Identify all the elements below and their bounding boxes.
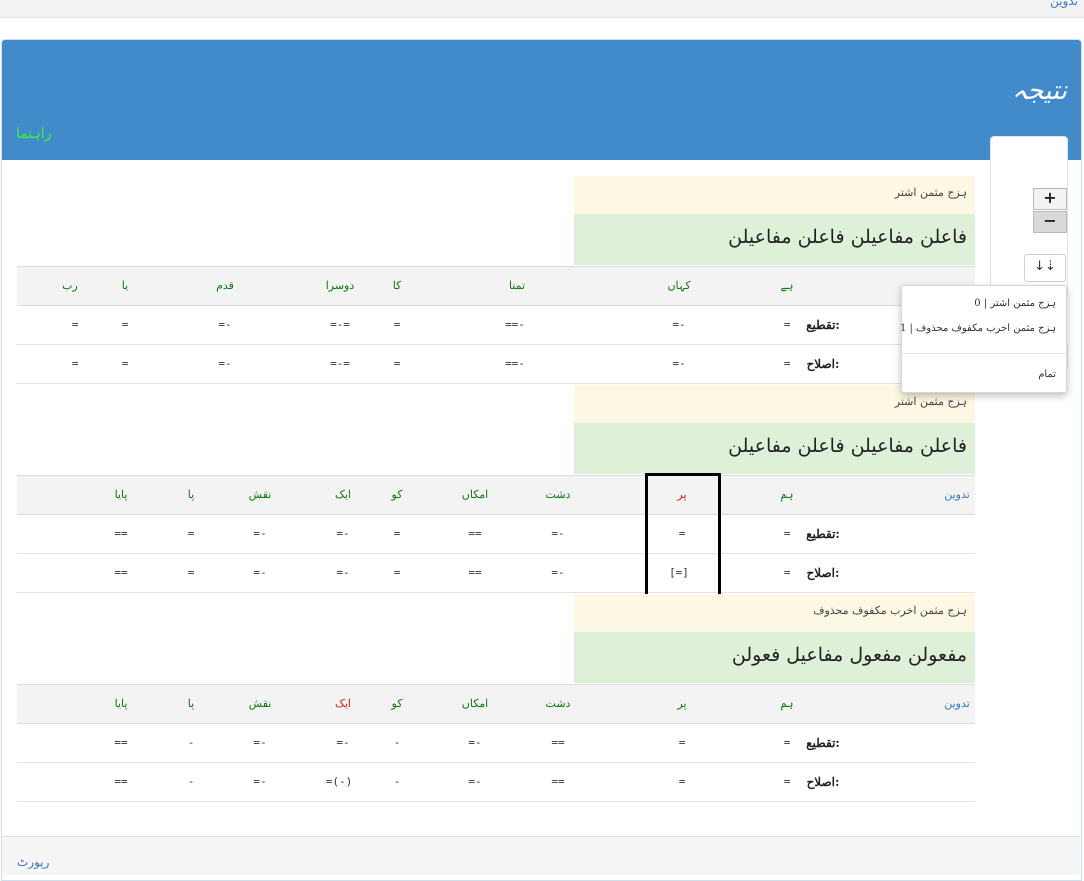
top-bar: تدوین <box>0 0 1084 18</box>
islah-row-1: = = =- =-= = ==- =- = اصلاح: <box>17 345 975 384</box>
word[interactable]: دشت <box>546 476 571 514</box>
guide-link[interactable]: راہنما <box>16 126 51 142</box>
word[interactable]: قدم <box>216 267 234 305</box>
islah-label: اصلاح: <box>806 775 840 789</box>
word[interactable]: ایک <box>335 476 351 514</box>
word[interactable]: پایا <box>115 685 128 723</box>
word-row-2: پایا پا نقش ایک کو امکاں دشت پر ہم تدوین <box>17 475 975 515</box>
word[interactable]: کہاں <box>667 267 690 305</box>
top-edit-link[interactable]: تدوین <box>1050 0 1078 8</box>
word[interactable]: رب <box>62 267 78 305</box>
word[interactable]: ہم <box>781 476 794 514</box>
word[interactable]: کو <box>392 685 403 723</box>
word[interactable]: پر <box>677 685 686 723</box>
word[interactable]: پا <box>188 476 194 514</box>
edit-link[interactable]: تدوین <box>944 685 970 723</box>
word[interactable]: ہے <box>781 267 794 305</box>
taqti-row-2: == = =- =- = == =- = = تقطیع: <box>17 515 975 554</box>
taqti-row-1: = = =- =-= = ==- =- = تقطیع: <box>17 306 975 345</box>
word-highlighted[interactable]: ایک <box>335 685 351 723</box>
meter-pattern-1: فاعلن مفاعیلن فاعلن مفاعیلن <box>574 214 975 265</box>
edit-link[interactable]: تدوین <box>944 476 970 514</box>
menu-divider <box>902 353 1066 354</box>
word[interactable]: نقش <box>249 685 272 723</box>
word[interactable]: یا <box>122 267 128 305</box>
panel-header: نتیجہ راہنما <box>2 40 1081 160</box>
meter-dropdown-menu: ہزج مثمن اشتر | 0 ہزج مثمن اخرب مکفوف مح… <box>900 285 1067 393</box>
taqti-label: تقطیع: <box>806 527 840 541</box>
taqti-label: تقطیع: <box>806 736 840 750</box>
word-row-3: پایا پا نقش ایک کو امکاں دشت پر ہم تدوین <box>17 684 975 724</box>
word[interactable]: تمنا <box>509 267 525 305</box>
meter-name-1: ہزج مثمن اشتر <box>574 176 975 214</box>
word[interactable]: کا <box>393 267 402 305</box>
word[interactable]: نقش <box>249 476 272 514</box>
islah-label: اصلاح: <box>806 357 840 371</box>
word[interactable]: پایا <box>115 476 128 514</box>
zoom-in-button[interactable]: + <box>1033 188 1067 210</box>
taqti-row-3: == - =- =- - =- == = = تقطیع: <box>17 724 975 763</box>
word[interactable]: دوسرا <box>326 267 355 305</box>
word[interactable]: دشت <box>546 685 571 723</box>
meter-pattern-2: فاعلن مفاعیلن فاعلن مفاعیلن <box>574 423 975 474</box>
meter-pattern-3: مفعولن مفعول مفاعیل فعولن <box>574 632 975 683</box>
sort-dropdown-button[interactable]: ↓⇣ <box>1024 254 1066 282</box>
meter-name-3: ہزج مثمن اخرب مکفوف محذوف <box>574 594 975 632</box>
word[interactable]: ہم <box>781 685 794 723</box>
word-row-1: رب یا قدم دوسرا کا تمنا کہاں ہے <box>17 266 975 306</box>
meter-option-0[interactable]: ہزج مثمن اشتر | 0 <box>974 298 1056 309</box>
islah-row-3: == - =- =(-) - =- == = = اصلاح: <box>17 763 975 802</box>
word[interactable]: امکاں <box>462 685 488 723</box>
taqti-label: تقطیع: <box>806 318 840 332</box>
highlight-box <box>645 473 721 597</box>
islah-row-2: == = =- =- = == =- [=] = اصلاح: <box>17 554 975 593</box>
menu-all-option[interactable]: تمام <box>1038 369 1056 380</box>
word[interactable]: امکاں <box>462 476 488 514</box>
islah-label: اصلاح: <box>806 566 840 580</box>
panel-footer <box>2 836 1080 875</box>
zoom-out-button[interactable]: − <box>1033 211 1067 233</box>
word[interactable]: پا <box>188 685 194 723</box>
panel-title: نتیجہ <box>1012 76 1067 106</box>
sort-icon: ↓⇣ <box>1034 259 1056 274</box>
meter-option-1[interactable]: ہزج مثمن اخرب مکفوف محذوف | 1 <box>900 323 1056 334</box>
word[interactable]: کو <box>392 476 403 514</box>
report-link[interactable]: رپورٹ <box>17 855 49 869</box>
